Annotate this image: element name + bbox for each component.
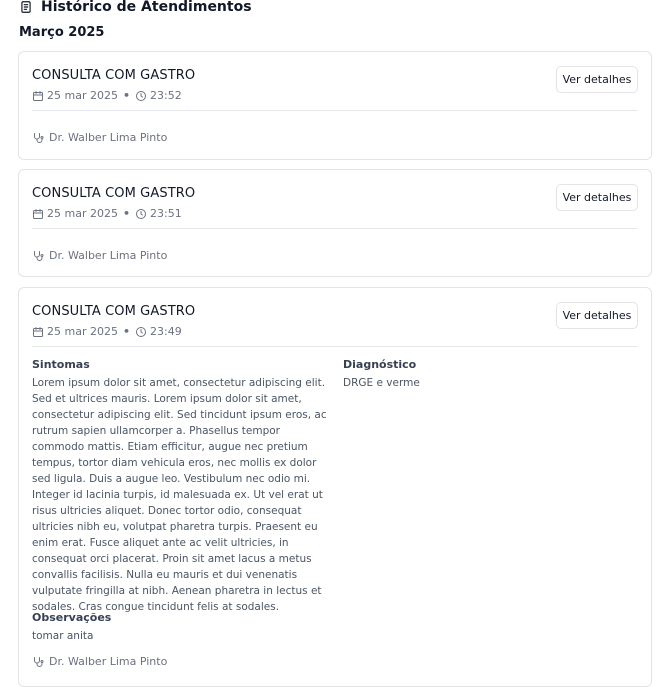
doctor-name: Dr. Walber Lima Pinto (49, 655, 168, 668)
appointment-time: 23:52 (150, 89, 182, 102)
notes-label: Observações (32, 611, 112, 624)
appointment-card: CONSULTA COM GASTRO 25 mar 2025 • 23:51 … (18, 169, 652, 277)
card-divider (32, 346, 638, 347)
appointment-card: CONSULTA COM GASTRO 25 mar 2025 • 23:52 … (18, 51, 652, 160)
separator-dot: • (122, 207, 130, 220)
doctor-info: Dr. Walber Lima Pinto (32, 655, 167, 669)
clock-icon (135, 90, 147, 102)
appointment-datetime: 25 mar 2025 • 23:52 (32, 89, 182, 103)
appointment-datetime: 25 mar 2025 • 23:51 (32, 207, 182, 221)
calendar-icon (32, 90, 44, 102)
clock-icon (135, 326, 147, 338)
view-details-button[interactable]: Ver detalhes (556, 302, 638, 329)
diagnosis-label: Diagnóstico (343, 358, 417, 371)
view-details-button[interactable]: Ver detalhes (556, 66, 638, 93)
separator-dot: • (122, 89, 130, 102)
doctor-name: Dr. Walber Lima Pinto (49, 249, 168, 262)
appointment-date: 25 mar 2025 (47, 325, 118, 338)
clock-icon (135, 208, 147, 220)
appointment-datetime: 25 mar 2025 • 23:49 (32, 325, 182, 339)
doctor-info: Dr. Walber Lima Pinto (32, 131, 167, 145)
doctor-info: Dr. Walber Lima Pinto (32, 249, 167, 263)
symptoms-text: Lorem ipsum dolor sit amet, consectetur … (32, 377, 327, 613)
clipboard-list-icon (19, 0, 33, 14)
appointment-title: CONSULTA COM GASTRO (32, 68, 196, 83)
appointment-time: 23:49 (150, 325, 182, 338)
month-heading: Março 2025 (19, 25, 105, 40)
separator-dot: • (122, 325, 130, 338)
appointment-title: CONSULTA COM GASTRO (32, 186, 196, 201)
card-divider (32, 110, 638, 111)
view-details-button[interactable]: Ver detalhes (556, 184, 638, 211)
appointment-title: CONSULTA COM GASTRO (32, 304, 196, 319)
page-title: Histórico de Atendimentos (41, 0, 252, 15)
page-header: Histórico de Atendimentos (19, 0, 252, 16)
appointment-date: 25 mar 2025 (47, 89, 118, 102)
appointment-card-expanded: CONSULTA COM GASTRO 25 mar 2025 • 23:49 … (18, 287, 652, 687)
appointment-date: 25 mar 2025 (47, 207, 118, 220)
calendar-icon (32, 326, 44, 338)
notes-text: tomar anita (32, 630, 94, 642)
calendar-icon (32, 208, 44, 220)
stethoscope-icon (32, 250, 44, 262)
diagnosis-text: DRGE e verme (343, 377, 420, 389)
appointment-time: 23:51 (150, 207, 182, 220)
card-divider (32, 228, 638, 229)
symptoms-label: Sintomas (32, 358, 90, 371)
stethoscope-icon (32, 132, 44, 144)
doctor-name: Dr. Walber Lima Pinto (49, 131, 168, 144)
stethoscope-icon (32, 656, 44, 668)
